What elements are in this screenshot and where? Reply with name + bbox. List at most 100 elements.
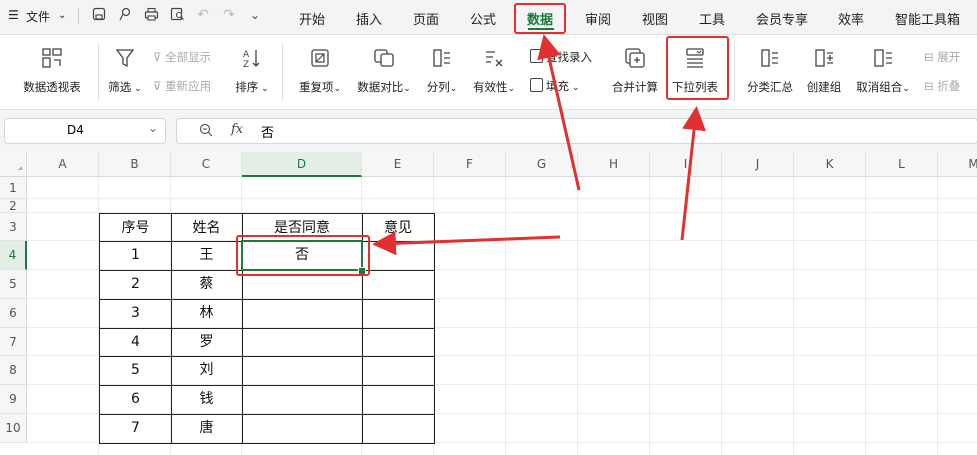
table-cell[interactable]: 3 bbox=[99, 299, 172, 329]
table-header-cell[interactable]: 序号 bbox=[99, 213, 172, 242]
column-header-g[interactable]: G bbox=[506, 152, 578, 177]
table-cell[interactable] bbox=[242, 385, 363, 415]
table-cell[interactable]: 王 bbox=[171, 241, 243, 271]
filter-icon bbox=[115, 49, 135, 68]
column-header-h[interactable]: H bbox=[578, 152, 650, 177]
table-cell[interactable]: 5 bbox=[99, 356, 172, 386]
name-box[interactable]: D4 ⌄ bbox=[4, 118, 166, 144]
redo-icon[interactable]: ↷ bbox=[221, 7, 237, 23]
tab-page[interactable]: 页面 bbox=[413, 9, 439, 28]
zoom-search-icon[interactable] bbox=[199, 123, 213, 141]
column-header-d[interactable]: D bbox=[242, 152, 362, 177]
tab-home[interactable]: 开始 bbox=[299, 9, 325, 28]
file-menu[interactable]: 文件 bbox=[26, 8, 50, 25]
column-header-l[interactable]: L bbox=[866, 152, 938, 177]
row-header-4[interactable]: 4 bbox=[0, 241, 27, 270]
expand-button[interactable]: ⊟ 展开 bbox=[924, 49, 960, 65]
chevron-down-icon[interactable]: ⌄ bbox=[58, 10, 66, 21]
row-header-7[interactable]: 7 bbox=[0, 328, 27, 356]
table-cell[interactable]: 钱 bbox=[171, 385, 243, 415]
create-group-label: 创建组 bbox=[806, 80, 842, 94]
reapply-button[interactable]: ⊽ 重新应用 bbox=[153, 78, 211, 94]
save-icon[interactable] bbox=[91, 7, 107, 23]
row-header-8[interactable]: 8 bbox=[0, 356, 27, 385]
table-header-cell[interactable]: 意见 bbox=[362, 213, 435, 242]
column-header-b[interactable]: B bbox=[99, 152, 171, 177]
table-cell[interactable] bbox=[242, 328, 363, 357]
row-header-10[interactable]: 10 bbox=[0, 414, 27, 443]
column-header-f[interactable]: F bbox=[434, 152, 506, 177]
table-cell[interactable]: 1 bbox=[99, 241, 172, 271]
table-cell[interactable]: 2 bbox=[99, 270, 172, 300]
table-cell[interactable]: 7 bbox=[99, 414, 172, 444]
spreadsheet-grid[interactable]: A B C D E F G H I J K L M 1 2 3 4 5 6 7 8 9 10 序号 姓名 是否同意 意见 1 王否 2 蔡 3… bbox=[0, 152, 977, 455]
table-cell[interactable] bbox=[362, 385, 435, 415]
pivot-table-button[interactable]: 数据透视表 bbox=[16, 47, 88, 95]
validity-button[interactable]: 有效性⌄ bbox=[467, 47, 521, 95]
highlight-box-cell-d4 bbox=[236, 235, 370, 276]
column-header-c[interactable]: C bbox=[171, 152, 242, 177]
show-all-button[interactable]: ⊽ 全部显示 bbox=[153, 49, 211, 65]
tab-smart-toolbox[interactable]: 智能工具箱 bbox=[895, 9, 960, 28]
column-header-m[interactable]: M bbox=[938, 152, 977, 177]
table-header-cell[interactable]: 姓名 bbox=[171, 213, 243, 242]
row-header-6[interactable]: 6 bbox=[0, 299, 27, 328]
hamburger-icon[interactable]: ☰ bbox=[8, 8, 19, 22]
column-header-i[interactable]: I bbox=[650, 152, 722, 177]
table-cell[interactable] bbox=[362, 270, 435, 300]
table-cell[interactable] bbox=[242, 414, 363, 444]
row-header-3[interactable]: 3 bbox=[0, 213, 27, 241]
column-header-a[interactable]: A bbox=[27, 152, 99, 177]
ungroup-button[interactable]: 取消组合⌄ bbox=[852, 47, 914, 95]
row-header-5[interactable]: 5 bbox=[0, 270, 27, 299]
tab-member[interactable]: 会员专享 bbox=[756, 9, 808, 28]
chevron-down-icon[interactable]: ⌄ bbox=[148, 121, 158, 135]
select-all-corner[interactable] bbox=[0, 152, 27, 177]
row-header-1[interactable]: 1 bbox=[0, 177, 27, 199]
subtotal-button[interactable]: 分类汇总 bbox=[742, 47, 798, 95]
table-cell[interactable] bbox=[242, 356, 363, 386]
table-cell[interactable]: 6 bbox=[99, 385, 172, 415]
table-cell[interactable] bbox=[362, 414, 435, 444]
column-header-k[interactable]: K bbox=[794, 152, 866, 177]
find-entry-button[interactable]: 查找录入 bbox=[530, 49, 592, 65]
consolidate-button[interactable]: 合并计算 bbox=[606, 47, 664, 95]
table-cell[interactable]: 林 bbox=[171, 299, 243, 329]
filter-button[interactable]: 筛选 ⌄ bbox=[103, 47, 147, 95]
table-cell[interactable] bbox=[362, 299, 435, 329]
row-header-9[interactable]: 9 bbox=[0, 385, 27, 414]
fill-button[interactable]: 填充 ⌄ bbox=[530, 78, 579, 94]
table-cell[interactable]: 蔡 bbox=[171, 270, 243, 300]
table-cell[interactable]: 4 bbox=[99, 328, 172, 357]
tab-formula[interactable]: 公式 bbox=[470, 9, 496, 28]
more-chevron-icon[interactable]: ⌄ bbox=[247, 7, 263, 23]
table-cell[interactable] bbox=[362, 356, 435, 386]
table-cell[interactable] bbox=[242, 299, 363, 329]
undo-icon[interactable]: ↶ bbox=[195, 7, 211, 23]
print-icon[interactable] bbox=[143, 7, 159, 23]
table-cell[interactable]: 刘 bbox=[171, 356, 243, 386]
split-column-button[interactable]: 分列⌄ bbox=[420, 47, 464, 95]
tab-insert[interactable]: 插入 bbox=[356, 9, 382, 28]
tab-tools[interactable]: 工具 bbox=[699, 9, 725, 28]
tab-efficiency[interactable]: 效率 bbox=[838, 9, 864, 28]
row-header-2[interactable]: 2 bbox=[0, 199, 27, 213]
sort-button[interactable]: AZ 排序 ⌄ bbox=[232, 47, 272, 95]
table-cell[interactable]: 罗 bbox=[171, 328, 243, 357]
column-header-e[interactable]: E bbox=[362, 152, 434, 177]
create-group-button[interactable]: 创建组 bbox=[801, 47, 847, 95]
format-painter-icon[interactable] bbox=[117, 7, 133, 23]
print-preview-icon[interactable] bbox=[169, 7, 185, 23]
table-cell[interactable]: 唐 bbox=[171, 414, 243, 444]
tab-review[interactable]: 审阅 bbox=[585, 9, 611, 28]
table-cell[interactable] bbox=[362, 328, 435, 357]
duplicates-button[interactable]: 重复项⌄ bbox=[292, 47, 348, 95]
collapse-button[interactable]: ⊟ 折叠 bbox=[924, 78, 960, 94]
table-cell[interactable] bbox=[362, 241, 435, 271]
fx-button[interactable]: fx bbox=[231, 122, 243, 137]
data-compare-button[interactable]: 数据对比⌄ bbox=[352, 47, 416, 95]
find-entry-label: 查找录入 bbox=[546, 50, 592, 64]
formula-input[interactable]: fx 否 bbox=[176, 118, 977, 144]
tab-view[interactable]: 视图 bbox=[642, 9, 668, 28]
column-header-j[interactable]: J bbox=[722, 152, 794, 177]
